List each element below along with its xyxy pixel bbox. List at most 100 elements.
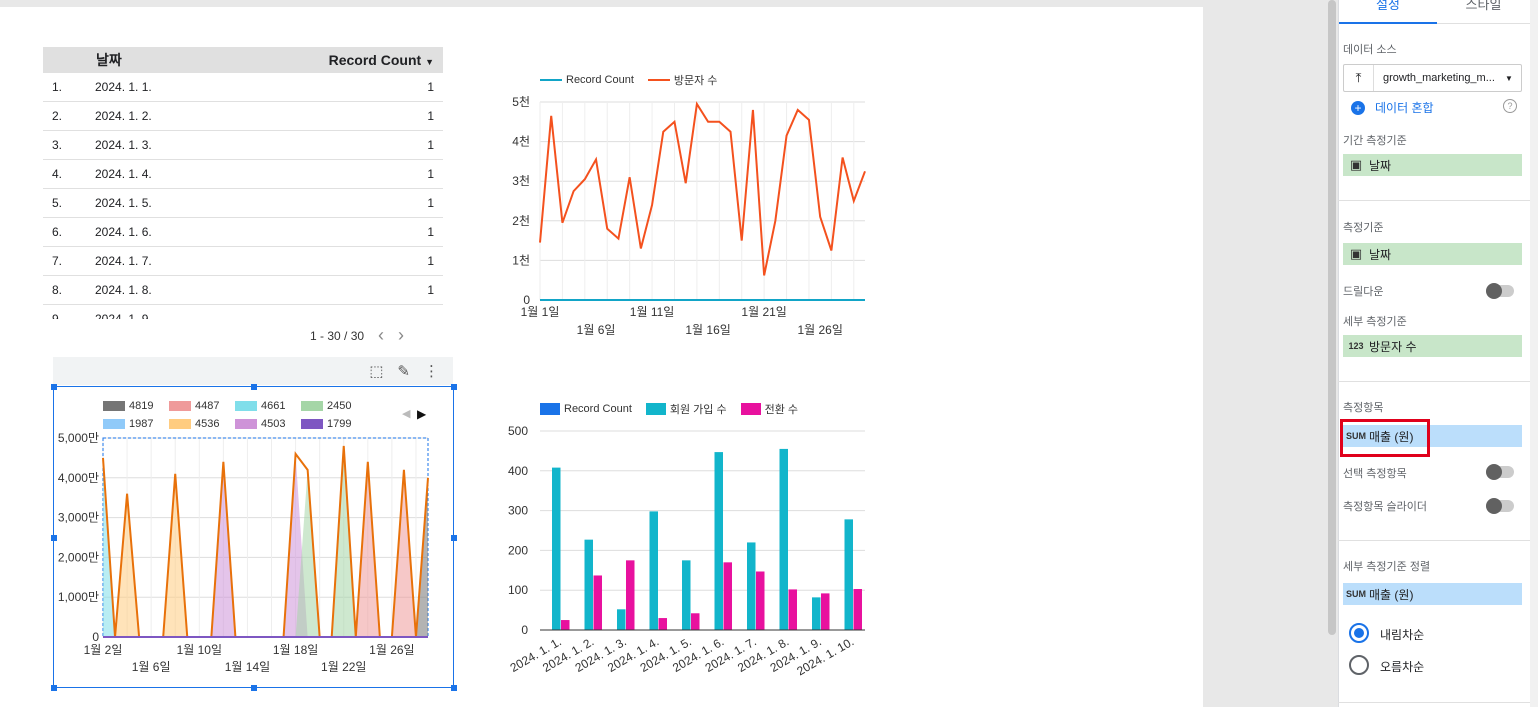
- table-row[interactable]: 6. 2024. 1. 6. 1: [43, 218, 443, 247]
- series-line: [102, 445, 429, 638]
- bar: [756, 571, 765, 630]
- table-row[interactable]: 2. 2024. 1. 2. 1: [43, 102, 443, 131]
- col-date-header[interactable]: 날짜: [95, 50, 283, 70]
- y-tick-label: 5천: [512, 94, 530, 109]
- metric-slider-toggle[interactable]: [1486, 498, 1514, 514]
- bar: [682, 560, 691, 630]
- row-date: 2024. 1. 6.: [95, 225, 152, 239]
- drilldown-toggle[interactable]: [1486, 283, 1514, 299]
- sort-desc-radio[interactable]: [1349, 623, 1369, 643]
- tab-setup[interactable]: 설정: [1339, 0, 1437, 17]
- table-row[interactable]: 7. 2024. 1. 7. 1: [43, 247, 443, 276]
- blend-data-button[interactable]: + 데이터 혼합: [1351, 99, 1434, 116]
- date-range-dim-chip[interactable]: ▣ 날짜: [1343, 154, 1522, 176]
- table-row[interactable]: 8. 2024. 1. 8. 1: [43, 276, 443, 305]
- edit-pencil-icon[interactable]: ✎: [397, 362, 410, 380]
- area-fill: [331, 445, 356, 637]
- y-tick-label: 1,000만: [58, 590, 99, 604]
- bar: [788, 589, 797, 630]
- legend-label: 4819: [129, 400, 154, 412]
- prev-page-icon[interactable]: ‹: [378, 325, 384, 346]
- row-number: 4.: [52, 167, 63, 181]
- legend-item[interactable]: 4487: [169, 400, 235, 412]
- chip-label: 매출 (원): [1369, 587, 1414, 602]
- area-chart-legend: 4819 4487 4661 2450 1987 4536 4503 1799: [103, 400, 393, 430]
- col-count-header[interactable]: Record Count ▼: [283, 52, 443, 68]
- legend-item[interactable]: 4661: [235, 400, 301, 412]
- table-row[interactable]: 4. 2024. 1. 4. 1: [43, 160, 443, 189]
- x-tick-label: 1월 18일: [273, 643, 318, 657]
- legend-item[interactable]: 4819: [103, 400, 169, 412]
- more-vert-icon[interactable]: ⋮: [424, 362, 439, 380]
- resize-handle[interactable]: [251, 685, 257, 691]
- sort-asc-radio[interactable]: [1349, 655, 1369, 675]
- row-date: 2024. 1. 3.: [95, 138, 152, 152]
- panel-scroll-track[interactable]: [1530, 0, 1538, 707]
- bar: [626, 560, 635, 630]
- y-tick-label: 2천: [512, 213, 530, 228]
- legend-swatch: [647, 79, 670, 81]
- legend-item[interactable]: 회원 가입 수: [645, 401, 727, 417]
- legend-swatch: [235, 401, 257, 411]
- x-tick-label: 1월 22일: [321, 660, 366, 674]
- area-chart[interactable]: 0 1,000만 2,000만 3,000만 4,000만 5,000만 1월 2일 1월 1…: [55, 428, 453, 683]
- optional-metrics-toggle[interactable]: [1486, 464, 1514, 480]
- y-tick-label: 100: [508, 583, 528, 597]
- table-row[interactable]: 9. 2024. 1. 9.: [43, 305, 443, 319]
- resize-handle[interactable]: [251, 384, 257, 390]
- table-row[interactable]: 5. 2024. 1. 5. 1: [43, 189, 443, 218]
- resize-handle[interactable]: [51, 685, 57, 691]
- y-tick-label: 5,000만: [58, 431, 99, 445]
- optional-metrics-label: 선택 측정항목: [1343, 468, 1407, 480]
- row-date: 2024. 1. 4.: [95, 167, 152, 181]
- help-icon[interactable]: ?: [1503, 99, 1517, 113]
- legend-item[interactable]: 전환 수: [740, 401, 798, 417]
- y-tick-label: 1천: [512, 252, 530, 267]
- resize-handle[interactable]: [51, 384, 57, 390]
- row-count: 1: [427, 167, 434, 181]
- line-chart[interactable]: 01천2천3천4천5천1월 1일 1월 11일 1월 21일1월 6일 1월 16일 1…: [500, 90, 880, 350]
- legend-prev-icon[interactable]: ◀: [402, 407, 410, 420]
- table-pager: 1 - 30 / 30 ‹ ›: [310, 325, 404, 346]
- bar: [844, 519, 853, 630]
- chip-label: 방문자 수: [1369, 339, 1417, 354]
- dimension-chip[interactable]: ▣ 날짜: [1343, 243, 1522, 265]
- next-page-icon[interactable]: ›: [398, 325, 404, 346]
- drilldown-label: 드릴다운: [1343, 286, 1384, 298]
- legend-item[interactable]: Record Count: [540, 74, 634, 86]
- sort-metric-chip[interactable]: SUM 매출 (원): [1343, 583, 1522, 605]
- legend-label: 회원 가입 수: [669, 404, 727, 416]
- breakdown-chip[interactable]: 123 방문자 수: [1343, 335, 1522, 357]
- data-source-select[interactable]: ⤒ growth_marketing_m... ▼: [1343, 64, 1522, 92]
- metric-slider-label: 측정항목 슬라이더: [1343, 501, 1428, 513]
- canvas-scrollbar[interactable]: [1328, 0, 1336, 635]
- bar: [812, 597, 821, 630]
- bar-chart[interactable]: 01002003004005002024. 1. 1.2024. 1. 2.20…: [500, 420, 880, 700]
- resize-handle[interactable]: [451, 685, 457, 691]
- resize-handle[interactable]: [451, 384, 457, 390]
- row-number: 2.: [52, 109, 63, 123]
- date-table[interactable]: 날짜 Record Count ▼ 1. 2024. 1. 1. 1 2. 2024. …: [43, 47, 443, 319]
- row-number: 3.: [52, 138, 63, 152]
- row-count: 1: [427, 80, 434, 94]
- col-count-label: Record Count: [328, 52, 422, 68]
- line-chart-legend: Record Count 방문자 수: [540, 72, 731, 88]
- dimension-label: 측정기준: [1343, 222, 1384, 234]
- tab-style[interactable]: 스타일: [1437, 0, 1530, 17]
- legend-item[interactable]: 2450: [301, 400, 367, 412]
- chart-toolbar: ⬚ ✎ ⋮: [53, 357, 453, 385]
- table-row[interactable]: 1. 2024. 1. 1. 1: [43, 73, 443, 102]
- legend-next-icon[interactable]: ▶: [417, 407, 426, 421]
- plot-frame: [102, 437, 429, 638]
- y-tick-label: 0: [521, 623, 528, 637]
- row-number: 5.: [52, 196, 63, 210]
- table-row[interactable]: 3. 2024. 1. 3. 1: [43, 131, 443, 160]
- legend-swatch: [103, 401, 125, 411]
- select-area-icon[interactable]: ⬚: [369, 362, 383, 380]
- legend-swatch: [169, 401, 191, 411]
- sort-desc-icon: ▼: [425, 57, 434, 67]
- legend-item[interactable]: Record Count: [540, 403, 632, 415]
- legend-item[interactable]: 방문자 수: [647, 72, 717, 88]
- bar: [617, 609, 626, 630]
- y-tick-label: 500: [508, 424, 528, 438]
